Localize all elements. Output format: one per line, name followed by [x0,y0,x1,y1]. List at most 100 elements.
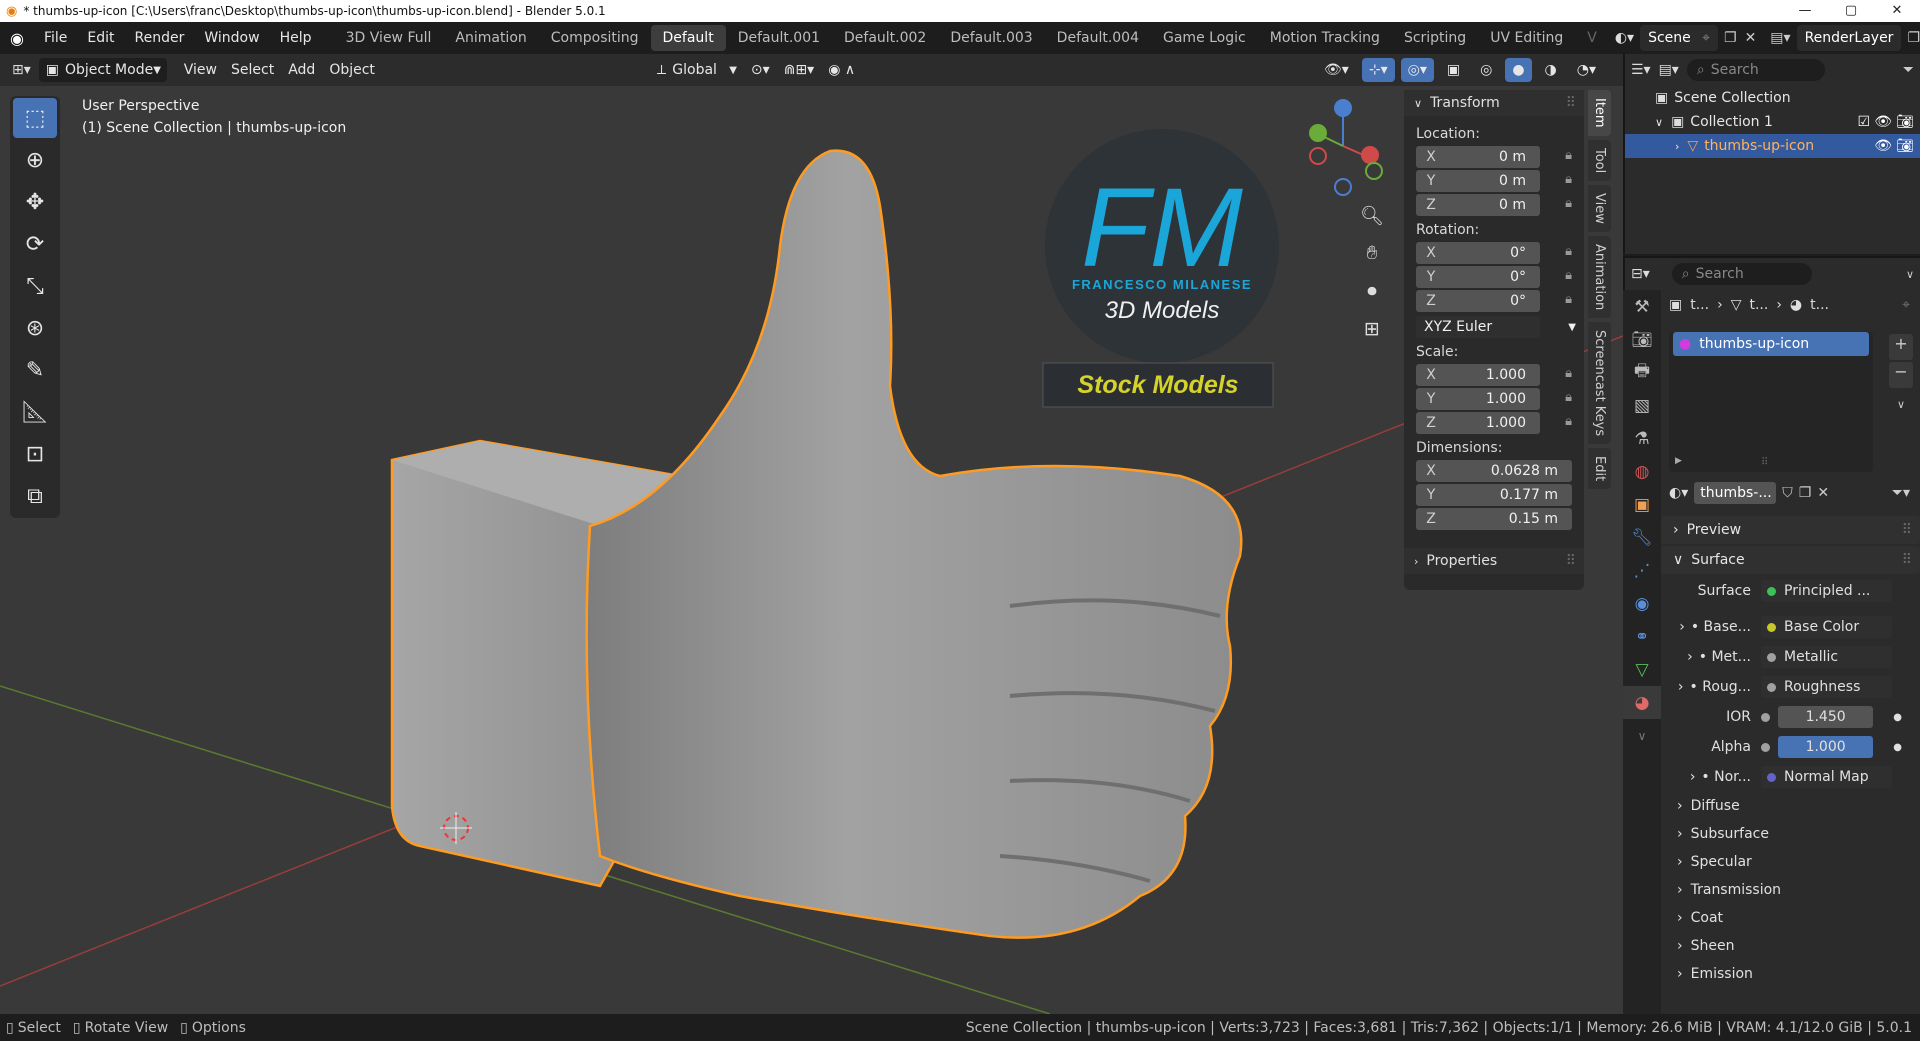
tab-3d-view-full[interactable]: 3D View Full [334,25,444,51]
zoom-icon[interactable]: 🔍︎ [1358,204,1386,242]
rendered-shading-icon[interactable]: ◔▾ [1570,58,1603,82]
normal-map-link[interactable]: Normal Map [1761,766,1892,788]
lock-icon[interactable]: 🔒︎ [1565,292,1572,307]
delete-scene-icon[interactable]: ✕ [1745,30,1757,46]
rotation-z-field[interactable]: Z 0° 🔒︎ [1416,290,1572,312]
object-mode-dropdown[interactable]: ▣ Object Mode ▼ [38,58,167,82]
base-color-row[interactable]: › • Base... Base Color [1661,612,1920,642]
outliner-row-scene-collection[interactable]: ▣ Scene Collection [1625,86,1920,110]
resize-handle-icon[interactable]: ⠿ [1761,457,1768,468]
visibility-icon[interactable]: 👁▾ [1317,58,1356,82]
material-browse-icon[interactable]: ◐▾ [1669,485,1688,501]
transform-orientation-dropdown[interactable]: ⟂ Global ▼ [650,58,744,82]
display-mode-icon[interactable]: ▤▾ [1659,62,1679,78]
dimensions-z-field[interactable]: Z 0.15 m [1416,508,1572,530]
dimensions-x-field[interactable]: X 0.0628 m [1416,460,1572,482]
annotate-tool-icon[interactable]: ✎ [13,350,57,390]
normal-row[interactable]: › • Nor... Normal Map [1661,762,1920,792]
roughness-row[interactable]: › • Roug... Roughness [1661,672,1920,702]
breadcrumb-mesh[interactable]: t... [1749,297,1768,313]
material-slot-row[interactable]: ● thumbs-up-icon [1673,332,1869,356]
lock-icon[interactable]: 🔒︎ [1565,196,1572,211]
surface-panel-header[interactable]: ∨ Surface ⠿ [1661,546,1920,574]
minimize-button[interactable]: — [1782,0,1828,22]
tab-default-004[interactable]: Default.004 [1045,25,1151,51]
lock-icon[interactable]: 🔒︎ [1565,390,1572,405]
ior-row[interactable]: IOR 1.450 ● [1661,702,1920,732]
rotate-object-tool-icon[interactable]: ⧉ [13,476,57,516]
tab-screencast-keys[interactable]: Screencast Keys [1588,322,1611,445]
alpha-slider[interactable]: 1.000 [1778,736,1874,758]
drag-handle-icon[interactable]: ⠿ [1902,522,1912,538]
particles-props-icon[interactable]: ⋰ [1623,554,1661,587]
view-layer-props-icon[interactable]: ▧ [1623,389,1661,422]
eye-icon[interactable]: 👁︎ [1874,114,1892,130]
unlink-material-icon[interactable]: ✕ [1817,485,1829,501]
scale-y-field[interactable]: Y 1.000 🔒︎ [1416,388,1572,410]
measure-tool-icon[interactable]: 📐︎ [13,392,57,432]
material-props-icon[interactable]: ◕ [1623,686,1661,719]
add-slot-button[interactable]: + [1889,334,1913,360]
3d-viewport[interactable]: FM FRANCESCO MILANESE 3D Models Stock Mo… [0,86,1623,1014]
remove-slot-button[interactable]: − [1889,362,1913,388]
chevron-down-icon[interactable]: ∨ [1623,719,1661,752]
outliner-row-thumbs-up-icon[interactable]: › ▽ thumbs-up-icon 👁︎ 📷︎ [1625,134,1920,158]
wireframe-shading-icon[interactable]: ◎ [1473,58,1499,82]
keyframe-dot-icon[interactable]: ● [1893,712,1902,723]
tab-tool[interactable]: Tool [1588,139,1611,181]
cursor-tool-icon[interactable]: ⊕ [13,140,57,180]
lock-icon[interactable]: 🔒︎ [1565,148,1572,163]
lock-icon[interactable]: 🔒︎ [1565,268,1572,283]
gizmo-neg-z-axis[interactable] [1334,178,1352,196]
view-layer-selector[interactable]: RenderLayer [1796,25,1902,51]
breadcrumb-object[interactable]: t... [1690,297,1709,313]
gizmo-y-axis[interactable] [1309,124,1327,142]
editor-type-icon[interactable]: ⊞▾ [0,62,39,78]
object-props-icon[interactable]: ▣ [1623,488,1661,521]
alpha-row[interactable]: Alpha 1.000 ● [1661,732,1920,762]
scene-selector[interactable]: Scene ⌖ [1640,25,1718,51]
properties-panel-header[interactable]: › Properties ⠿ [1404,548,1584,574]
material-shading-icon[interactable]: ◑ [1538,58,1564,82]
pin-icon[interactable]: ⌖ [1902,297,1910,313]
chevron-right-icon[interactable]: › [1687,649,1693,665]
ior-field[interactable]: 1.450 [1778,706,1874,728]
tab-item[interactable]: Item [1588,90,1611,136]
solid-shading-icon[interactable]: ● [1505,58,1532,82]
gizmo-neg-y-axis[interactable] [1365,162,1383,180]
subpanel-emission[interactable]: › Emission [1661,960,1920,988]
slot-specials-button[interactable]: ∨ [1889,398,1913,424]
subpanel-specular[interactable]: › Specular [1661,848,1920,876]
tool-props-icon[interactable]: ⚒ [1623,290,1661,323]
tab-uv-editing[interactable]: UV Editing [1478,25,1575,51]
node-tree-icon[interactable]: ⏷▾ [1892,485,1910,501]
subpanel-transmission[interactable]: › Transmission [1661,876,1920,904]
location-x-field[interactable]: X 0 m 🔒︎ [1416,146,1572,168]
tab-default-001[interactable]: Default.001 [726,25,832,51]
properties-editor-type-icon[interactable]: ⊟▾ [1631,266,1650,282]
tab-game-logic[interactable]: Game Logic [1151,25,1258,51]
tab-default[interactable]: Default [650,25,726,51]
render-props-icon[interactable]: 📷︎ [1623,323,1661,356]
outliner-row-collection-1[interactable]: ∨ ▣ Collection 1 ☑ 👁︎ 📷︎ [1625,110,1920,134]
data-props-icon[interactable]: ▽ [1623,653,1661,686]
blender-menu-icon[interactable]: ◉ [0,29,34,48]
tab-scripting[interactable]: Scripting [1392,25,1478,51]
surface-shader-selector[interactable]: Principled ... [1761,580,1892,602]
scale-x-field[interactable]: X 1.000 🔒︎ [1416,364,1572,386]
fake-user-icon[interactable]: ⛉ [1782,485,1793,501]
menu-help[interactable]: Help [270,30,322,46]
xray-icon[interactable]: ▣ [1440,58,1467,82]
gizmo-neg-x-axis[interactable] [1309,147,1327,165]
menu-window[interactable]: Window [194,30,269,46]
view-layer-icon[interactable]: ▤▾ [1770,30,1790,46]
close-button[interactable]: ✕ [1874,0,1920,22]
metallic-link[interactable]: Metallic [1761,646,1892,668]
menu-select[interactable]: Select [224,58,281,82]
rotate-tool-icon[interactable]: ⟳ [13,224,57,264]
rotation-y-field[interactable]: Y 0° 🔒︎ [1416,266,1572,288]
menu-edit[interactable]: Edit [77,30,124,46]
new-scene-icon[interactable]: ❐ [1724,30,1737,46]
tab-animation[interactable]: Animation [1588,235,1611,318]
breadcrumb-material[interactable]: t... [1810,297,1829,313]
